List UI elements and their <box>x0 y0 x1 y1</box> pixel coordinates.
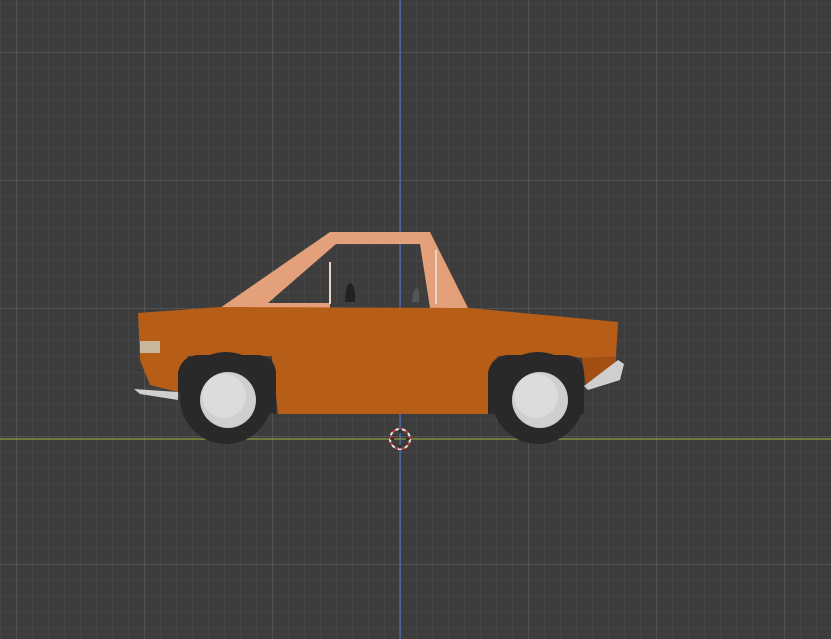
viewport-scene <box>0 0 831 639</box>
car-headlight <box>140 341 160 353</box>
car-seat <box>345 283 356 302</box>
front-bumper <box>134 389 178 400</box>
car-model[interactable] <box>134 232 624 444</box>
car-cabin <box>220 232 468 308</box>
car-seat <box>412 288 420 302</box>
front-wheel <box>180 352 272 444</box>
rear-wheel <box>492 352 584 444</box>
3d-viewport[interactable] <box>0 0 831 639</box>
